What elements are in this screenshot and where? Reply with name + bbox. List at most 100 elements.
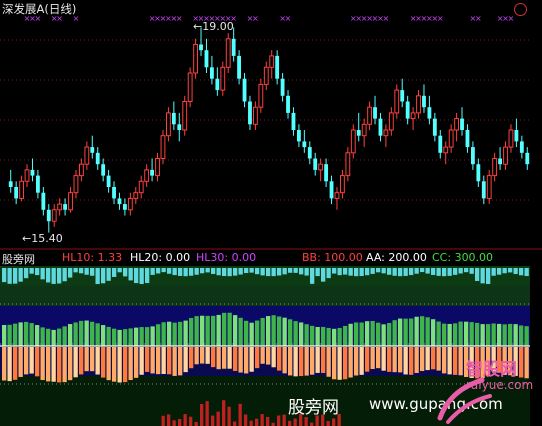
- indicator-orange-bar: [183, 347, 188, 373]
- indicator-cyan-bar: [519, 268, 524, 276]
- indicator-red-bar: [222, 400, 226, 426]
- indicator-cyan-bar: [73, 268, 78, 273]
- indicator-orange-bar: [227, 347, 232, 369]
- candle: [248, 95, 252, 130]
- candle: [448, 124, 454, 153]
- candle: [378, 112, 383, 142]
- candle: [318, 158, 324, 182]
- indicator-orange-bar: [398, 347, 403, 373]
- candle: [361, 118, 367, 148]
- indicator-cyan-bar: [7, 268, 12, 284]
- indicator-orange-bar: [200, 347, 205, 364]
- indicator-green-bar: [403, 318, 408, 346]
- indicator-orange-bar: [354, 347, 359, 376]
- indicator-hl20: HL20: 0.00: [130, 251, 191, 264]
- indicator-cyan-bar: [84, 268, 89, 275]
- indicator-green-bar: [178, 321, 183, 346]
- indicator-cyan-bar: [502, 268, 507, 274]
- indicator-cyan-bar: [145, 268, 150, 284]
- indicator-cyan-bar: [337, 268, 342, 276]
- indicator-cyan-bar: [167, 268, 172, 274]
- indicator-green-bar: [134, 327, 139, 346]
- indicator-orange-bar: [244, 347, 249, 374]
- indicator-green-bar: [95, 323, 100, 346]
- indicator-orange-bar: [128, 347, 133, 381]
- indicator-cyan-bar: [310, 268, 315, 284]
- indicator-green-bar: [354, 322, 359, 346]
- candle: [209, 55, 214, 85]
- indicator-cyan-bar: [90, 268, 95, 276]
- indicator-orange-bar: [348, 347, 353, 378]
- candle: [138, 175, 144, 199]
- candle: [263, 61, 269, 91]
- indicator-red-bar: [244, 414, 248, 426]
- indicator-green-bar: [205, 315, 210, 346]
- indicator-red-bar: [172, 420, 176, 426]
- indicator-cyan-bar: [139, 268, 144, 284]
- high-price-label: ←19.00: [193, 20, 234, 33]
- indicator-orange-bar: [95, 347, 100, 375]
- indicator-green-bar: [260, 317, 265, 346]
- candle: [258, 78, 264, 113]
- indicator-orange-bar: [139, 347, 144, 375]
- indicator-cyan-bar: [442, 268, 447, 277]
- indicator-cyan-bar: [398, 268, 403, 277]
- indicator-green-bar: [194, 316, 199, 346]
- candle: [252, 101, 258, 130]
- indicator-cyan-bar: [288, 268, 293, 273]
- watermark-cn: 股旁网: [288, 398, 339, 418]
- indicator-orange-bar: [326, 347, 331, 377]
- indicator-cyan-bar: [343, 268, 348, 275]
- indicator-cyan-bar: [508, 268, 513, 273]
- indicator-orange-bar: [167, 347, 172, 375]
- indicator-red-bar: [255, 418, 259, 426]
- indicator-green-bar: [310, 325, 315, 346]
- indicator-cyan-bar: [24, 268, 29, 279]
- indicator-cyan-bar: [161, 268, 166, 273]
- indicator-cyan-bar: [354, 268, 359, 277]
- candle: [171, 101, 176, 130]
- candle: [519, 135, 524, 159]
- candle: [465, 124, 470, 153]
- candle: [220, 61, 226, 96]
- indicator-hl10: HL10: 1.33: [62, 251, 123, 264]
- indicator-green-bar: [321, 326, 326, 346]
- indicator-orange-bar: [123, 347, 128, 383]
- indicator-orange-bar: [216, 347, 221, 370]
- indicator-green-bar: [29, 323, 34, 346]
- indicator-orange-bar: [233, 347, 238, 371]
- settings-circle-icon[interactable]: [514, 3, 527, 16]
- band-dark-green: [0, 286, 530, 306]
- indicator-red-bar: [194, 421, 198, 426]
- candle: [275, 50, 280, 85]
- indicator-green-bar: [475, 322, 480, 346]
- indicator-green-bar: [480, 324, 485, 346]
- indicator-orange-bar: [359, 347, 364, 375]
- candlestick-chart[interactable]: ××× ×× × ×××××× ×××××××× ×× ×× ××××××× ×××××× ×× ×…: [0, 0, 542, 250]
- indicator-orange-bar: [90, 347, 95, 372]
- candle: [400, 78, 405, 108]
- indicator-cyan-bar: [249, 268, 254, 273]
- indicator-orange-bar: [62, 347, 67, 383]
- indicator-orange-bar: [46, 347, 51, 382]
- candle: [367, 101, 373, 130]
- indicator-green-bar: [68, 324, 73, 346]
- candle: [155, 152, 160, 182]
- indicator-green-bar: [420, 316, 425, 346]
- indicator-cyan-bar: [101, 268, 106, 284]
- indicator-cyan-bar: [178, 268, 183, 276]
- indicator-cyan-bar: [57, 268, 62, 284]
- indicator-cyan-bar: [194, 268, 199, 275]
- indicator-red-bar: [183, 414, 187, 426]
- candle: [514, 118, 519, 148]
- indicator-green-bar: [519, 325, 524, 346]
- stock-name: 深发展A: [2, 2, 45, 16]
- candle: [106, 169, 111, 193]
- indicator-green-bar: [24, 321, 29, 346]
- signal-marker: ×: [508, 14, 515, 23]
- indicator-green-bar: [183, 320, 188, 346]
- candle: [470, 141, 475, 170]
- indicator-cyan-bar: [458, 268, 463, 274]
- indicator-orange-bar: [299, 347, 304, 377]
- candle: [215, 67, 220, 96]
